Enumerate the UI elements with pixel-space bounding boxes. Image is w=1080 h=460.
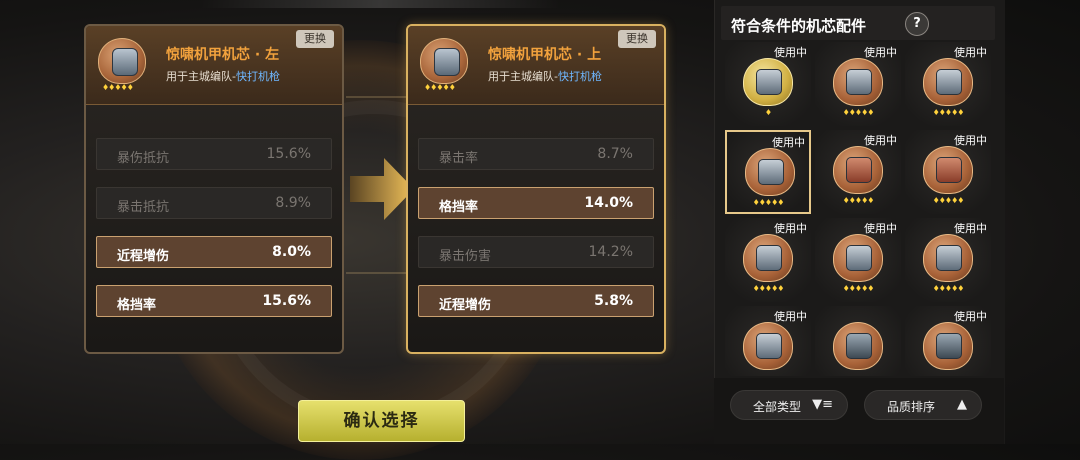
in-use-label: 使用中 (864, 46, 897, 59)
sort-up-icon: ▲ (957, 397, 967, 412)
chip-list-item[interactable]: 使用中 ♦♦♦♦♦ (905, 218, 991, 302)
chip-icon (743, 58, 793, 106)
chip-list-item[interactable] (815, 306, 901, 376)
chip-stars: ♦♦♦♦♦ (424, 83, 456, 92)
current-chip-card: ♦♦♦♦♦ 惊啸机甲机芯 · 左 用于主城编队-快打机枪 更换 暴伤抵抗 15.6… (84, 24, 344, 354)
card-header: ♦♦♦♦♦ 惊啸机甲机芯 · 上 用于主城编队-快打机枪 更换 (408, 26, 664, 105)
in-use-label: 使用中 (772, 136, 805, 149)
chip-icon: ♦♦♦♦♦ (418, 38, 468, 92)
chip-stars: ♦♦♦♦♦ (752, 198, 785, 207)
chip-icon (833, 234, 883, 282)
chip-list-item[interactable]: 使用中 ♦♦♦♦♦ (905, 130, 991, 214)
chip-icon (923, 58, 973, 106)
chip-list-item[interactable]: 使用中 (725, 306, 811, 376)
chip-icon (833, 58, 883, 106)
chip-stars: ♦♦♦♦♦ (932, 108, 965, 117)
connector-line (346, 272, 408, 274)
chip-list-item[interactable]: 使用中 ♦♦♦♦♦ (815, 218, 901, 302)
new-chip-card: ♦♦♦♦♦ 惊啸机甲机芯 · 上 用于主城编队-快打机枪 更换 暴击率 8.7% … (406, 24, 666, 354)
chip-icon (833, 322, 883, 370)
chip-stars: ♦♦♦♦♦ (842, 196, 875, 205)
stat-row: 近程增伤 8.0% (96, 236, 332, 268)
connector-line (346, 96, 408, 98)
chip-icon (923, 322, 973, 370)
in-use-label: 使用中 (954, 134, 987, 147)
chip-icon (923, 146, 973, 194)
stat-row: 近程增伤 5.8% (418, 285, 654, 317)
chip-usage: 用于主城编队-快打机枪 (166, 70, 280, 83)
chip-icon (923, 234, 973, 282)
chip-stars: ♦♦♦♦♦ (102, 83, 134, 92)
swap-button[interactable]: 更换 (618, 30, 656, 48)
chip-list-item[interactable]: 使用中 ♦♦♦♦♦ (725, 218, 811, 302)
in-use-label: 使用中 (864, 222, 897, 235)
in-use-label: 使用中 (954, 46, 987, 59)
chip-grid: 使用中 ♦ 使用中 ♦♦♦♦♦ 使用中 ♦♦♦♦♦ 使用中 ♦♦♦♦♦ 使用中 ♦♦♦♦♦ 使用中 ♦… (725, 42, 995, 376)
chip-stars: ♦ (764, 108, 772, 117)
in-use-label: 使用中 (774, 222, 807, 235)
confirm-button[interactable]: 确认选择 (298, 400, 465, 442)
card-header: ♦♦♦♦♦ 惊啸机甲机芯 · 左 用于主城编队-快打机枪 更换 (86, 26, 342, 105)
chip-list-item[interactable]: 使用中 ♦♦♦♦♦ (725, 130, 811, 214)
top-decoration (200, 0, 560, 8)
chip-list-item[interactable]: 使用中 (905, 306, 991, 376)
chip-list-item[interactable]: 使用中 ♦ (725, 42, 811, 126)
help-icon[interactable]: ? (905, 12, 929, 36)
chip-title: 惊啸机甲机芯 · 左 (166, 47, 280, 63)
chip-icon: ♦♦♦♦♦ (96, 38, 146, 92)
chip-stars: ♦♦♦♦♦ (842, 284, 875, 293)
type-filter-button[interactable]: 全部类型 ▼≡ (730, 390, 848, 420)
in-use-label: 使用中 (954, 222, 987, 235)
chip-stars: ♦♦♦♦♦ (932, 196, 965, 205)
chip-stars: ♦♦♦♦♦ (932, 284, 965, 293)
stat-row: 暴击抵抗 8.9% (96, 187, 332, 219)
panel-header: 符合条件的机芯配件 ? (721, 6, 995, 40)
stat-row: 暴击伤害 14.2% (418, 236, 654, 268)
chip-list-item[interactable]: 使用中 ♦♦♦♦♦ (905, 42, 991, 126)
swap-button[interactable]: 更换 (296, 30, 334, 48)
chip-icon (833, 146, 883, 194)
filter-bar: 全部类型 ▼≡ 品质排序 ▲ (714, 378, 1004, 444)
in-use-label: 使用中 (774, 310, 807, 323)
panel-title: 符合条件的机芯配件 (731, 17, 867, 35)
stat-row: 格挡率 15.6% (96, 285, 332, 317)
chip-icon (743, 234, 793, 282)
stat-row: 格挡率 14.0% (418, 187, 654, 219)
chip-icon (745, 148, 795, 196)
quality-sort-button[interactable]: 品质排序 ▲ (864, 390, 982, 420)
chip-stars: ♦♦♦♦♦ (752, 284, 785, 293)
chip-list-item[interactable]: 使用中 ♦♦♦♦♦ (815, 130, 901, 214)
filter-icon: ▼≡ (812, 397, 833, 412)
in-use-label: 使用中 (954, 310, 987, 323)
chip-list-item[interactable]: 使用中 ♦♦♦♦♦ (815, 42, 901, 126)
stat-row: 暴伤抵抗 15.6% (96, 138, 332, 170)
chip-title: 惊啸机甲机芯 · 上 (488, 47, 602, 63)
in-use-label: 使用中 (774, 46, 807, 59)
chip-stars: ♦♦♦♦♦ (842, 108, 875, 117)
stat-row: 暴击率 8.7% (418, 138, 654, 170)
chip-icon (743, 322, 793, 370)
in-use-label: 使用中 (864, 134, 897, 147)
chip-usage: 用于主城编队-快打机枪 (488, 70, 602, 83)
